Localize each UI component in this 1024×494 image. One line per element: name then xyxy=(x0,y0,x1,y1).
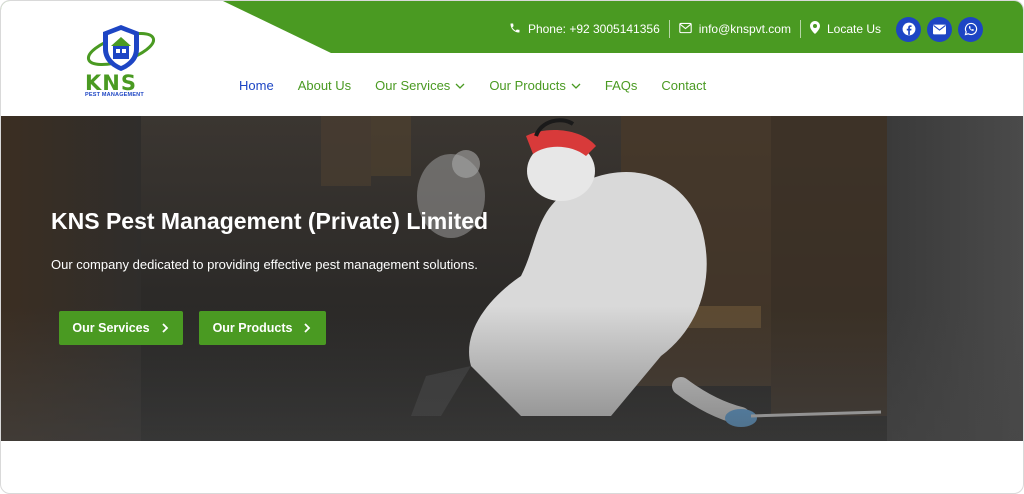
button-label: Our Services xyxy=(72,321,150,335)
nav-item-faqs[interactable]: FAQs xyxy=(605,78,638,93)
page-frame: Phone: +92 3005141356 info@knspvt.com Lo… xyxy=(0,0,1024,494)
chevron-right-icon xyxy=(304,323,311,333)
hero-subtitle: Our company dedicated to providing effec… xyxy=(51,257,478,272)
our-products-button[interactable]: Our Products xyxy=(199,311,326,345)
email-text: info@knspvt.com xyxy=(698,22,791,36)
our-services-button[interactable]: Our Services xyxy=(59,311,183,345)
nav-item-services[interactable]: Our Services xyxy=(375,78,465,93)
nav-item-home[interactable]: Home xyxy=(239,78,274,93)
main-nav: Home About Us Our Services Our Products … xyxy=(239,78,730,93)
phone-text: Phone: +92 3005141356 xyxy=(527,22,660,36)
nav-item-label: FAQs xyxy=(604,78,638,93)
button-label: Our Products xyxy=(212,321,293,335)
email-icon[interactable] xyxy=(927,16,952,42)
contact-strip: Phone: +92 3005141356 info@knspvt.com Lo… xyxy=(500,16,983,42)
phone-contact[interactable]: Phone: +92 3005141356 xyxy=(500,22,669,37)
chevron-down-icon xyxy=(455,83,465,89)
locate-text: Locate Us xyxy=(826,22,881,36)
nav-item-label: Contact xyxy=(661,78,707,93)
phone-icon xyxy=(509,22,521,37)
chevron-down-icon xyxy=(571,83,581,89)
nav-item-about[interactable]: About Us xyxy=(298,78,351,93)
logo-tagline: PEST MANAGEMENT xyxy=(85,92,144,98)
chevron-right-icon xyxy=(161,323,168,333)
whatsapp-icon[interactable] xyxy=(958,16,983,42)
nav-item-label: About Us xyxy=(297,78,352,93)
email-contact[interactable]: info@knspvt.com xyxy=(670,22,800,37)
nav-item-label: Our Services xyxy=(375,78,451,93)
nav-item-label: Our Products xyxy=(489,78,566,93)
social-links xyxy=(896,16,983,42)
hero-banner: KNS Pest Management (Private) Limited Ou… xyxy=(1,116,1023,441)
envelope-icon xyxy=(679,22,692,37)
nav-item-products[interactable]: Our Products xyxy=(489,78,581,93)
nav-item-contact[interactable]: Contact xyxy=(661,78,706,93)
nav-item-label: Home xyxy=(239,78,274,93)
facebook-icon[interactable] xyxy=(896,16,921,42)
hero-title: KNS Pest Management (Private) Limited xyxy=(51,208,489,234)
locate-us-link[interactable]: Locate Us xyxy=(801,21,890,37)
map-marker-icon xyxy=(809,21,820,37)
